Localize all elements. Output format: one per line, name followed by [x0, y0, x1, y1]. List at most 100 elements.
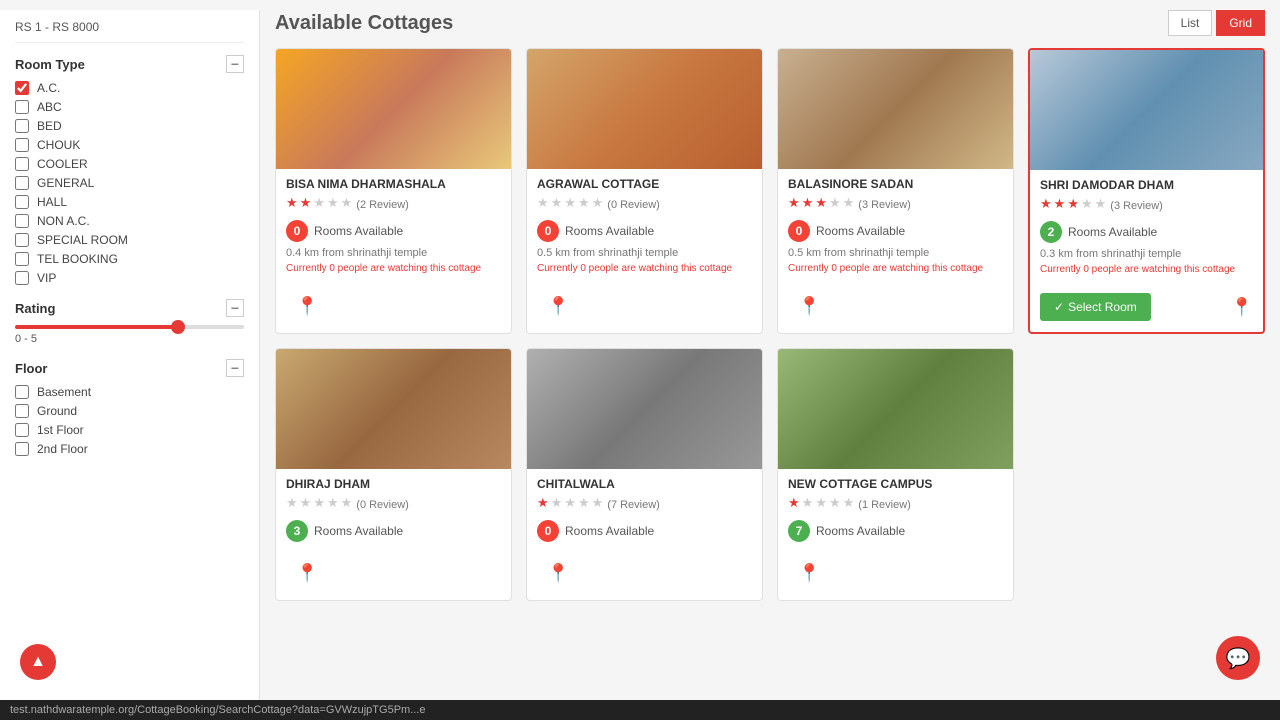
- room-type-vip[interactable]: VIP: [15, 271, 244, 285]
- star-3-balasinore: ★: [815, 195, 827, 211]
- cottage-name-balasinore: BALASINORE SADAN: [788, 177, 1003, 191]
- stars-row-bisa: ★★★★★(2 Review): [286, 195, 501, 215]
- star-4-agrawal: ★: [578, 195, 590, 211]
- room-badge-agrawal: 0: [537, 220, 559, 242]
- room-badge-shri: 2: [1040, 221, 1062, 243]
- rating-slider-wrapper: 0 - 5: [15, 325, 244, 345]
- room-type-abc[interactable]: ABC: [15, 100, 244, 114]
- rooms-text-balasinore: Rooms Available: [816, 224, 905, 238]
- room-type-ac[interactable]: A.C.: [15, 81, 244, 95]
- room-type-hall[interactable]: HALL: [15, 195, 244, 209]
- star-1-new: ★: [788, 495, 800, 511]
- room-type-chouk[interactable]: CHOUK: [15, 138, 244, 152]
- checkbox-floor-second[interactable]: [15, 442, 29, 456]
- label-cooler: COOLER: [37, 157, 88, 171]
- star-3-dhiraj: ★: [313, 495, 325, 511]
- checkbox-general[interactable]: [15, 176, 29, 190]
- checkbox-non_ac[interactable]: [15, 214, 29, 228]
- checkbox-tel_booking[interactable]: [15, 252, 29, 266]
- room-type-non_ac[interactable]: NON A.C.: [15, 214, 244, 228]
- list-view-btn[interactable]: List: [1168, 10, 1213, 36]
- floor-basement[interactable]: Basement: [15, 385, 244, 399]
- floor-header: Floor −: [15, 359, 244, 377]
- checkbox-chouk[interactable]: [15, 138, 29, 152]
- checkbox-special_room[interactable]: [15, 233, 29, 247]
- label-vip: VIP: [37, 271, 56, 285]
- cottage-info-agrawal: AGRAWAL COTTAGE★★★★★(0 Review)0Rooms Ava…: [527, 169, 762, 288]
- select-room-btn-shri[interactable]: ✓ Select Room: [1040, 293, 1151, 321]
- room-type-special_room[interactable]: SPECIAL ROOM: [15, 233, 244, 247]
- location-pin-dhiraj[interactable]: 📍: [286, 559, 328, 592]
- checkbox-abc[interactable]: [15, 100, 29, 114]
- cottage-card-bisa: BISA NIMA DHARMASHALA★★★★★(2 Review)0Roo…: [275, 48, 512, 334]
- rating-slider-thumb[interactable]: [171, 320, 185, 334]
- cottage-info-chital: CHITALWALA★★★★★(7 Review)0Rooms Availabl…: [527, 469, 762, 555]
- star-4-chital: ★: [578, 495, 590, 511]
- room-type-collapse-btn[interactable]: −: [226, 55, 244, 73]
- floor-first[interactable]: 1st Floor: [15, 423, 244, 437]
- stars-shri: ★★★★★: [1040, 196, 1106, 212]
- checkbox-floor-ground[interactable]: [15, 404, 29, 418]
- card-actions-bisa: 📍: [276, 288, 511, 333]
- room-type-general[interactable]: GENERAL: [15, 176, 244, 190]
- star-5-shri: ★: [1095, 196, 1107, 212]
- floor-second[interactable]: 2nd Floor: [15, 442, 244, 456]
- star-1-agrawal: ★: [537, 195, 549, 211]
- star-1-chital: ★: [537, 495, 549, 511]
- grid-view-btn[interactable]: Grid: [1216, 10, 1265, 36]
- cottage-card-new: NEW COTTAGE CAMPUS★★★★★(1 Review)7Rooms …: [777, 348, 1014, 601]
- scroll-top-btn[interactable]: ▲: [20, 644, 56, 680]
- label-floor-second: 2nd Floor: [37, 442, 88, 456]
- main-content: Available Cottages List Grid BISA NIMA D…: [260, 10, 1280, 710]
- room-type-cooler[interactable]: COOLER: [15, 157, 244, 171]
- label-chouk: CHOUK: [37, 138, 80, 152]
- location-pin-bisa[interactable]: 📍: [286, 292, 328, 325]
- room-badge-new: 7: [788, 520, 810, 542]
- label-tel_booking: TEL BOOKING: [37, 252, 118, 266]
- stars-row-chital: ★★★★★(7 Review): [537, 495, 752, 515]
- main-header: Available Cottages List Grid: [275, 10, 1265, 36]
- label-ac: A.C.: [37, 81, 60, 95]
- label-floor-first: 1st Floor: [37, 423, 84, 437]
- floor-collapse-btn[interactable]: −: [226, 359, 244, 377]
- checkbox-vip[interactable]: [15, 271, 29, 285]
- card-actions-new: 📍: [778, 555, 1013, 600]
- rating-collapse-btn[interactable]: −: [226, 299, 244, 317]
- location-pin-new[interactable]: 📍: [788, 559, 830, 592]
- cottage-info-dhiraj: DHIRAJ DHAM★★★★★(0 Review)3Rooms Availab…: [276, 469, 511, 555]
- status-bar: test.nathdwaratemple.org/CottageBooking/…: [0, 700, 1280, 720]
- rating-slider[interactable]: [15, 325, 244, 329]
- checkbox-floor-first[interactable]: [15, 423, 29, 437]
- rooms-available-chital: 0Rooms Available: [537, 520, 752, 542]
- checkbox-floor-basement[interactable]: [15, 385, 29, 399]
- room-type-tel_booking[interactable]: TEL BOOKING: [15, 252, 244, 266]
- room-type-header: Room Type −: [15, 55, 244, 73]
- room-badge-balasinore: 0: [788, 220, 810, 242]
- location-pin-balasinore[interactable]: 📍: [788, 292, 830, 325]
- checkbox-hall[interactable]: [15, 195, 29, 209]
- star-2-agrawal: ★: [551, 195, 563, 211]
- cottage-info-bisa: BISA NIMA DHARMASHALA★★★★★(2 Review)0Roo…: [276, 169, 511, 288]
- room-type-filter: Room Type − A.C. ABC BED CHOUK COOLER GENERAL…: [15, 55, 244, 285]
- rating-filter: Rating − 0 - 5: [15, 299, 244, 345]
- star-5-dhiraj: ★: [341, 495, 353, 511]
- location-pin-chital[interactable]: 📍: [537, 559, 579, 592]
- star-5-bisa: ★: [341, 195, 353, 211]
- room-type-bed[interactable]: BED: [15, 119, 244, 133]
- rooms-text-agrawal: Rooms Available: [565, 224, 654, 238]
- label-abc: ABC: [37, 100, 62, 114]
- checkbox-bed[interactable]: [15, 119, 29, 133]
- distance-balasinore: 0.5 km from shrinathji temple: [788, 247, 1003, 259]
- floor-ground[interactable]: Ground: [15, 404, 244, 418]
- checkbox-cooler[interactable]: [15, 157, 29, 171]
- review-count-bisa: (2 Review): [356, 199, 409, 211]
- checkbox-ac[interactable]: [15, 81, 29, 95]
- check-icon: ✓: [1054, 300, 1064, 314]
- chat-btn[interactable]: 💬: [1216, 636, 1260, 680]
- location-btn-shri[interactable]: 📍: [1231, 297, 1253, 318]
- star-4-dhiraj: ★: [327, 495, 339, 511]
- distance-shri: 0.3 km from shrinathji temple: [1040, 248, 1253, 260]
- location-pin-agrawal[interactable]: 📍: [537, 292, 579, 325]
- star-1-bisa: ★: [286, 195, 298, 211]
- cottage-name-chital: CHITALWALA: [537, 477, 752, 491]
